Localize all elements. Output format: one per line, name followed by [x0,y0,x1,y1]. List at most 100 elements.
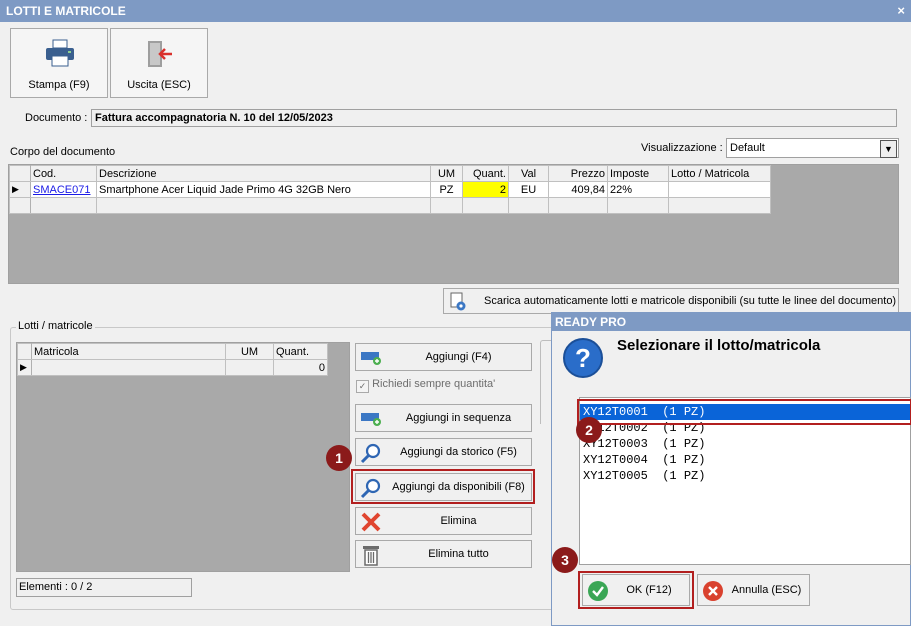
cancel-circle-icon [703,581,723,601]
cell-tax[interactable]: 22% [607,181,669,198]
red-x-icon [361,512,381,532]
col-lot-um[interactable]: UM [225,343,274,360]
dialog-heading: Selezionare il lotto/matricola [617,337,821,354]
col-lot-qty[interactable]: Quant. [273,343,328,360]
print-button[interactable]: Stampa (F9) [10,28,108,98]
close-icon[interactable]: × [897,0,905,22]
col-um[interactable]: UM [430,165,463,182]
add-history-label: Aggiungi da storico (F5) [400,446,517,458]
row-header-corner [17,343,32,360]
document-label: Documento : [25,112,88,124]
row-pointer-icon: ▶ [9,181,31,198]
auto-download-label: Scarica automaticamente lotti e matricol… [484,295,897,307]
callout-box-2 [577,399,911,425]
add-card-icon [361,352,381,365]
dialog-title: READY PRO [552,313,910,331]
delete-button[interactable]: Elimina [355,507,532,535]
row-header-corner [9,165,31,182]
col-price[interactable]: Prezzo [548,165,608,182]
cell-qty[interactable]: 2 [462,181,509,198]
cell-val[interactable]: EU [508,181,549,198]
trash-icon [363,546,379,566]
ok-label: OK (F12) [626,584,672,596]
svg-text:?: ? [575,343,591,373]
col-cod[interactable]: Cod. [30,165,97,182]
gear-document-icon [450,292,466,311]
empty-cell[interactable] [462,197,509,214]
printer-icon [46,39,74,67]
list-item[interactable]: XY12T0003 (1 PZ) [580,436,910,452]
always-ask-qty-label: Richiedi sempre quantita' [372,378,496,390]
elements-counter: Elementi : 0 / 2 [16,578,192,597]
select-lot-dialog: READY PRO ? Selezionare il lotto/matrico… [551,312,911,626]
window-title: LOTTI E MATRICOLE [6,4,126,18]
delete-label: Elimina [440,515,477,527]
empty-cell[interactable] [508,197,549,214]
exit-door-icon [148,41,172,67]
cell-um[interactable]: PZ [430,181,463,198]
col-tax[interactable]: Imposte [607,165,669,182]
delete-all-label: Elimina tutto [428,548,489,560]
magnifier-icon [360,478,381,499]
empty-cell[interactable] [96,197,431,214]
add-available-button[interactable]: Aggiungi da disponibili (F8) [355,473,532,501]
col-lot[interactable]: Lotto / Matricola [668,165,771,182]
cancel-button[interactable]: Annulla (ESC) [697,574,810,606]
empty-cell[interactable] [607,197,669,214]
always-ask-qty-checkbox[interactable]: ✓ Richiedi sempre quantita' [356,378,495,393]
row-selector [9,197,31,214]
cell-price[interactable]: 409,84 [548,181,608,198]
exit-button[interactable]: Uscita (ESC) [110,28,208,98]
delete-all-button[interactable]: Elimina tutto [355,540,532,568]
add-label: Aggiungi (F4) [425,351,492,363]
body-section-label: Corpo del documento [10,146,116,158]
magnifier-icon [360,443,381,464]
chevron-down-icon[interactable]: ▼ [880,140,897,158]
question-icon: ? [563,338,603,378]
lots-section-label: Lotti / matricole [16,320,95,332]
check-circle-icon [588,581,608,601]
add-history-button[interactable]: Aggiungi da storico (F5) [355,438,532,466]
window-title-bar: LOTTI E MATRICOLE × [0,0,911,22]
checkmark-icon: ✓ [356,380,369,393]
cell-cod[interactable]: SMACE071 [30,181,97,198]
document-field: Fattura accompagnatoria N. 10 del 12/05/… [91,109,897,127]
list-item[interactable]: XY12T0005 (1 PZ) [580,468,910,484]
empty-cell[interactable] [548,197,608,214]
lines-grid: Cod. Descrizione UM Quant. Val Prezzo Im… [8,164,899,284]
col-desc[interactable]: Descrizione [96,165,431,182]
add-card-icon [361,413,381,426]
table-row[interactable]: ▶ SMACE071 Smartphone Acer Liquid Jade P… [9,181,771,198]
print-label: Stampa (F9) [28,79,90,91]
list-item[interactable]: XY12T0004 (1 PZ) [580,452,910,468]
callout-badge-2: 2 [576,417,602,443]
cell-matricola[interactable] [31,359,226,376]
cell-desc[interactable]: Smartphone Acer Liquid Jade Primo 4G 32G… [96,181,431,198]
visualization-select[interactable]: Default ▼ [726,138,899,158]
col-qty[interactable]: Quant. [462,165,509,182]
empty-cell[interactable] [30,197,97,214]
visualization-value: Default [730,142,765,154]
empty-cell[interactable] [668,197,771,214]
lots-grid: Matricola UM Quant. ▶ 0 [16,342,350,572]
ok-button[interactable]: OK (F12) [582,574,690,606]
table-row[interactable]: ▶ 0 [17,359,328,376]
cell-lot[interactable] [668,181,771,198]
col-matricola[interactable]: Matricola [31,343,226,360]
add-button[interactable]: Aggiungi (F4) [355,343,532,371]
add-sequence-label: Aggiungi in sequenza [405,412,512,424]
row-pointer-icon: ▶ [17,359,32,376]
empty-cell[interactable] [430,197,463,214]
col-val[interactable]: Val [508,165,549,182]
add-available-label: Aggiungi da disponibili (F8) [392,481,525,493]
cell-lot-um[interactable] [225,359,274,376]
callout-badge-3: 3 [552,547,578,573]
exit-label: Uscita (ESC) [127,79,191,91]
callout-badge-1: 1 [326,445,352,471]
cancel-label: Annulla (ESC) [731,584,802,596]
auto-download-button[interactable]: Scarica automaticamente lotti e matricol… [443,288,899,314]
table-row-new[interactable] [9,197,771,214]
visualization-label: Visualizzazione : [641,142,723,154]
add-sequence-button[interactable]: Aggiungi in sequenza [355,404,532,432]
cell-lot-qty[interactable]: 0 [273,359,328,376]
